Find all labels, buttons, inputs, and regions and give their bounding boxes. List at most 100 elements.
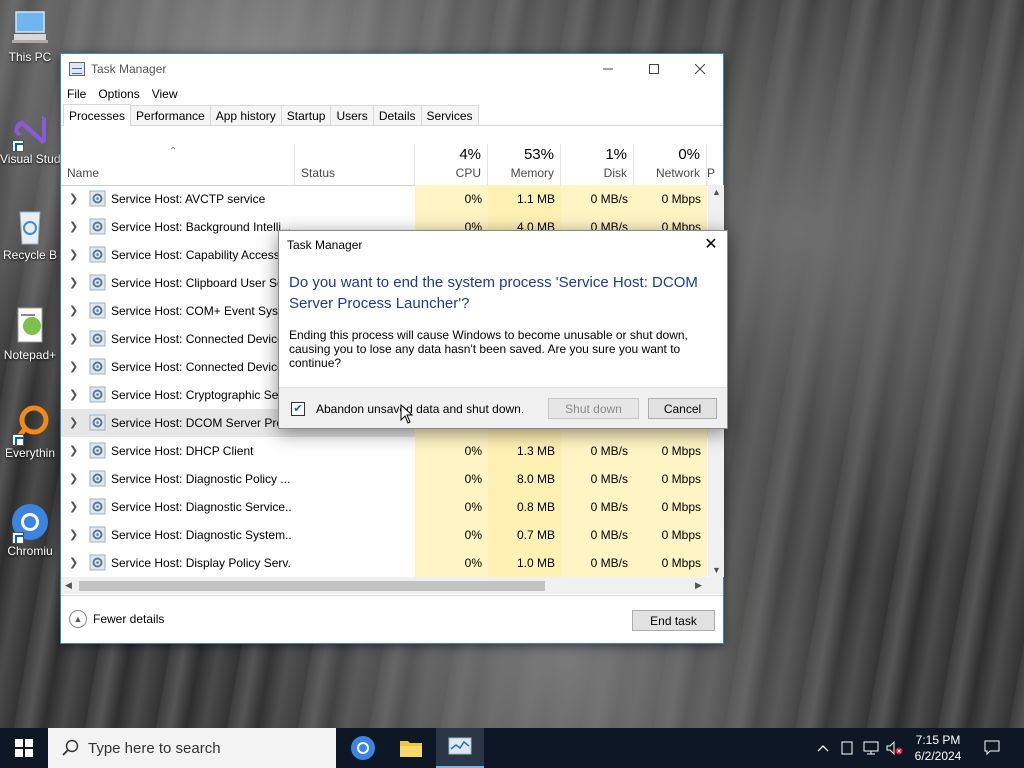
start-button[interactable] — [0, 728, 48, 768]
taskbar-task-manager[interactable] — [436, 728, 484, 768]
process-name: Service Host: AVCTP service — [111, 192, 266, 206]
tray-network[interactable] — [860, 728, 882, 768]
service-gear-icon — [89, 442, 106, 459]
desktop-icon-visual-studio[interactable]: Visual Stud 2017 — [0, 110, 60, 166]
tab-processes[interactable]: Processes — [63, 104, 132, 126]
tab-performance[interactable]: Performance — [130, 105, 211, 125]
computer-icon — [8, 8, 52, 48]
expand-chevron-icon[interactable]: ❯ — [69, 388, 78, 401]
tab-details[interactable]: Details — [372, 105, 422, 125]
process-name: Service Host: DCOM Server Proc... — [111, 416, 291, 430]
process-name: Service Host: COM+ Event Syste... — [111, 304, 291, 318]
cpu-cell: 0% — [415, 493, 488, 521]
tab-app-history[interactable]: App history — [209, 105, 282, 125]
tab-users[interactable]: Users — [330, 105, 374, 125]
dialog-close-icon[interactable]: ✕ — [701, 235, 721, 255]
dialog-body: Ending this process will cause Windows t… — [289, 328, 688, 370]
column-disk[interactable]: 1% Disk — [561, 144, 634, 185]
network-cell: 0 Mbps — [634, 549, 707, 577]
column-power[interactable]: P — [707, 144, 719, 185]
expand-chevron-icon[interactable]: ❯ — [69, 192, 78, 205]
end-process-dialog: Task Manager ✕ Do you want to end the sy… — [278, 230, 728, 429]
expand-chevron-icon[interactable]: ❯ — [69, 220, 78, 233]
maximize-button[interactable] — [631, 54, 677, 84]
everything-search-icon — [8, 404, 52, 446]
tray-volume[interactable] — [884, 728, 906, 768]
process-row[interactable]: ❯ Service Host: AVCTP service 0% 1.1 MB 0 MB… — [61, 185, 709, 213]
column-cpu[interactable]: 4% CPU — [415, 144, 488, 185]
service-gear-icon — [89, 274, 106, 291]
expand-chevron-icon[interactable]: ❯ — [69, 332, 78, 345]
expand-chevron-icon[interactable]: ❯ — [69, 556, 78, 569]
cpu-cell: 0% — [415, 437, 488, 465]
tab-services[interactable]: Services — [420, 105, 479, 125]
menu-options[interactable]: Options — [98, 87, 139, 101]
taskbar-chromium[interactable] — [339, 728, 387, 768]
network-cell: 0 Mbps — [634, 465, 707, 493]
desktop-icon-notepad-plus[interactable]: Notepad+ — [0, 306, 60, 362]
expand-chevron-icon[interactable]: ❯ — [69, 276, 78, 289]
tab-startup[interactable]: Startup — [280, 105, 332, 125]
abandon-data-label[interactable]: Abandon unsaved data and shut down. — [316, 402, 524, 416]
menu-view[interactable]: View — [152, 87, 178, 101]
chevron-up-icon — [817, 745, 829, 752]
expand-chevron-icon[interactable]: ❯ — [69, 360, 78, 373]
network-cell: 0 Mbps — [634, 437, 707, 465]
expand-chevron-icon[interactable]: ❯ — [69, 444, 78, 457]
expand-chevron-icon[interactable]: ❯ — [69, 304, 78, 317]
cpu-percent: 4% — [459, 146, 481, 163]
process-name: Service Host: Connected Device... — [111, 360, 291, 374]
desktop-icon-recycle-bin[interactable]: Recycle B — [0, 206, 60, 262]
network-icon — [863, 741, 879, 755]
desktop-icon-everything[interactable]: Everythin — [0, 404, 60, 460]
close-button[interactable] — [677, 54, 723, 84]
service-gear-icon — [89, 414, 106, 431]
cancel-button[interactable]: Cancel — [648, 398, 717, 419]
notification-icon — [984, 740, 1000, 756]
search-placeholder: Type here to search — [88, 739, 221, 757]
taskbar-clock[interactable]: 7:15 PM 6/2/2024 — [906, 732, 970, 764]
taskbar-search-box[interactable]: Type here to search — [48, 728, 336, 768]
scroll-up-icon[interactable]: ▲ — [712, 187, 721, 197]
desktop-icon-chromium[interactable]: Chromiu — [0, 502, 60, 558]
column-network[interactable]: 0% Network — [634, 144, 707, 185]
fewer-details-toggle[interactable]: ▲ Fewer details — [69, 610, 164, 628]
device-icon — [841, 741, 853, 755]
show-hidden-icons[interactable] — [812, 728, 834, 768]
scroll-left-icon[interactable]: ◀ — [65, 580, 72, 591]
column-memory[interactable]: 53% Memory — [488, 144, 561, 185]
tray-device[interactable] — [836, 728, 858, 768]
service-gear-icon — [89, 386, 106, 403]
process-row[interactable]: ❯ Service Host: Display Policy Serv... 0% 1… — [61, 549, 709, 577]
expand-chevron-icon[interactable]: ❯ — [69, 528, 78, 541]
abandon-data-checkbox[interactable]: ✔ — [291, 402, 305, 416]
disk-cell: 0 MB/s — [561, 465, 634, 493]
menu-bar: File Options View — [61, 84, 723, 104]
column-status[interactable]: Status — [295, 144, 415, 185]
desktop-icon-this-pc[interactable]: This PC — [0, 8, 60, 64]
desktop-icon-label: Visual Stud 2017 — [0, 152, 60, 166]
disk-cell: 0 MB/s — [561, 437, 634, 465]
end-task-button[interactable]: End task — [632, 610, 715, 631]
menu-file[interactable]: File — [67, 87, 86, 101]
expand-chevron-icon[interactable]: ❯ — [69, 416, 78, 429]
expand-chevron-icon[interactable]: ❯ — [69, 500, 78, 513]
scroll-down-icon[interactable]: ▼ — [712, 565, 721, 575]
shut-down-button[interactable]: Shut down — [548, 398, 639, 419]
process-row[interactable]: ❯ Service Host: DHCP Client 0% 1.3 MB 0 MB/s… — [61, 437, 709, 465]
horizontal-scroll-thumb[interactable] — [79, 581, 545, 591]
column-name[interactable]: Name — [61, 144, 295, 185]
disk-cell: 0 MB/s — [561, 493, 634, 521]
horizontal-scrollbar[interactable]: ◀ ▶ — [61, 577, 723, 594]
column-header: ⌃ Name Status 4% CPU 53% Memory 1% Disk … — [61, 144, 715, 186]
expand-chevron-icon[interactable]: ❯ — [69, 248, 78, 261]
footer-bar: ▲ Fewer details End task — [61, 595, 723, 643]
process-row[interactable]: ❯ Service Host: Diagnostic Policy ... 0% 8.… — [61, 465, 709, 493]
expand-chevron-icon[interactable]: ❯ — [69, 472, 78, 485]
action-center-button[interactable] — [978, 728, 1006, 768]
process-row[interactable]: ❯ Service Host: Diagnostic Service... 0% 0.… — [61, 493, 709, 521]
minimize-button[interactable] — [585, 54, 631, 84]
scroll-right-icon[interactable]: ▶ — [695, 580, 702, 591]
process-row[interactable]: ❯ Service Host: Diagnostic System... 0% 0.7… — [61, 521, 709, 549]
taskbar-file-explorer[interactable] — [387, 728, 435, 768]
